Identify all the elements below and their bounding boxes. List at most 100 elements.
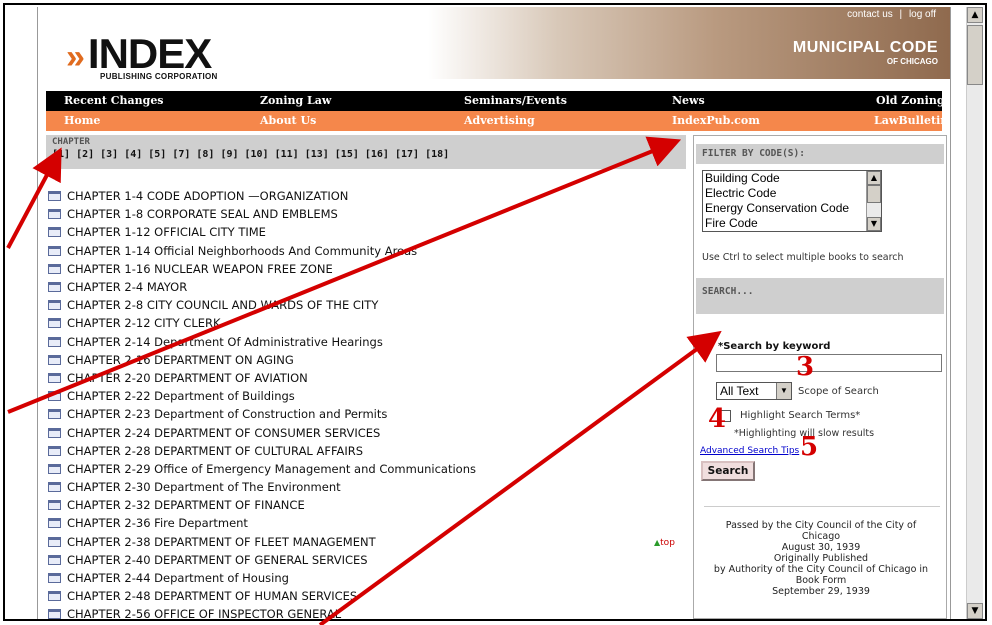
chapter-link[interactable]: [16] — [365, 149, 389, 160]
chapter-title[interactable]: CHAPTER 1-4 CODE ADOPTION —ORGANIZATION — [67, 189, 348, 203]
scroll-up-icon[interactable]: ▲ — [867, 171, 881, 185]
chapter-title[interactable]: CHAPTER 2-22 Department of Buildings — [67, 389, 295, 403]
chapter-title[interactable]: CHAPTER 2-20 DEPARTMENT OF AVIATION — [67, 371, 308, 385]
ctrl-select-note: Use Ctrl to select multiple books to sea… — [702, 252, 904, 263]
chapter-title[interactable]: CHAPTER 1-16 NUCLEAR WEAPON FREE ZONE — [67, 262, 333, 276]
nav-home[interactable]: Home — [64, 114, 100, 127]
list-item[interactable]: CHAPTER 2-32 DEPARTMENT OF FINANCE — [48, 496, 688, 514]
chapter-title[interactable]: CHAPTER 2-38 DEPARTMENT OF FLEET MANAGEM… — [67, 535, 376, 549]
scroll-down-icon[interactable]: ▼ — [867, 217, 881, 231]
scroll-down-icon[interactable]: ▼ — [967, 603, 983, 619]
list-item[interactable]: CHAPTER 2-44 Department of Housing — [48, 569, 688, 587]
chapter-link[interactable]: [9] — [220, 149, 238, 160]
list-item[interactable]: CHAPTER 2-48 DEPARTMENT OF HUMAN SERVICE… — [48, 587, 688, 605]
list-item[interactable]: CHAPTER 1-16 NUCLEAR WEAPON FREE ZONE — [48, 260, 688, 278]
chapter-title[interactable]: CHAPTER 2-14 Department Of Administrativ… — [67, 335, 383, 349]
chapter-link[interactable]: [11] — [275, 149, 299, 160]
chapter-title[interactable]: CHAPTER 2-32 DEPARTMENT OF FINANCE — [67, 498, 305, 512]
chapter-title[interactable]: CHAPTER 2-23 Department of Construction … — [67, 407, 387, 421]
list-item[interactable]: CHAPTER 1-8 CORPORATE SEAL AND EMBLEMS — [48, 205, 688, 223]
chapter-title[interactable]: CHAPTER 2-28 DEPARTMENT OF CULTURAL AFFA… — [67, 444, 363, 458]
chapter-title[interactable]: CHAPTER 2-36 Fire Department — [67, 516, 248, 530]
list-item[interactable]: CHAPTER 2-38 DEPARTMENT OF FLEET MANAGEM… — [48, 533, 688, 551]
chapter-title[interactable]: CHAPTER 2-12 CITY CLERK — [67, 316, 221, 330]
chapter-title[interactable]: CHAPTER 2-56 OFFICE OF INSPECTOR GENERAL — [67, 607, 341, 619]
search-button[interactable]: Search — [701, 461, 755, 481]
nav-old-zoning[interactable]: Old Zoning — [876, 94, 945, 107]
chapter-title[interactable]: CHAPTER 2-16 DEPARTMENT ON AGING — [67, 353, 294, 367]
chapter-link[interactable]: [3] — [100, 149, 118, 160]
chapter-link[interactable]: [2] — [76, 149, 94, 160]
list-item[interactable]: CHAPTER 2-4 MAYOR — [48, 278, 688, 296]
scroll-up-icon[interactable]: ▲ — [967, 7, 983, 23]
chapter-link[interactable]: [13] — [305, 149, 329, 160]
nav-indexpub[interactable]: IndexPub.com — [672, 114, 760, 127]
chapter-link[interactable]: [10] — [245, 149, 269, 160]
chapter-title[interactable]: CHAPTER 2-44 Department of Housing — [67, 571, 289, 585]
nav-zoning-law[interactable]: Zoning Law — [260, 94, 331, 107]
list-item[interactable]: CHAPTER 2-40 DEPARTMENT OF GENERAL SERVI… — [48, 551, 688, 569]
chapter-link[interactable]: [5] — [148, 149, 166, 160]
code-option[interactable]: Fire Code — [703, 216, 881, 231]
code-option[interactable]: Electric Code — [703, 186, 881, 201]
list-item[interactable]: CHAPTER 2-22 Department of Buildings — [48, 387, 688, 405]
listbox-scrollbar[interactable]: ▲ ▼ — [866, 171, 881, 231]
list-item[interactable]: CHAPTER 2-30 Department of The Environme… — [48, 478, 688, 496]
nav-news[interactable]: News — [672, 94, 705, 107]
list-item[interactable]: CHAPTER 2-14 Department Of Administrativ… — [48, 333, 688, 351]
nav-about-us[interactable]: About Us — [260, 114, 316, 127]
chapter-title[interactable]: CHAPTER 2-8 CITY COUNCIL AND WARDS OF TH… — [67, 298, 378, 312]
site-logo[interactable]: »INDEX PUBLISHING CORPORATION — [66, 33, 218, 82]
advanced-search-tips-link[interactable]: Advanced Search Tips — [700, 446, 799, 456]
chapter-title[interactable]: CHAPTER 1-12 OFFICIAL CITY TIME — [67, 225, 266, 239]
contact-us-link[interactable]: contact us — [847, 9, 893, 20]
keyword-search-input[interactable] — [716, 354, 942, 372]
notice-line: Chicago — [801, 531, 841, 542]
chapter-title[interactable]: CHAPTER 1-8 CORPORATE SEAL AND EMBLEMS — [67, 207, 338, 221]
list-item[interactable]: CHAPTER 2-12 CITY CLERK — [48, 314, 688, 332]
list-item[interactable]: CHAPTER 2-36 Fire Department — [48, 514, 688, 532]
code-filter-listbox[interactable]: Building Code Electric Code Energy Conse… — [702, 170, 882, 232]
chapter-title[interactable]: CHAPTER 2-24 DEPARTMENT OF CONSUMER SERV… — [67, 426, 380, 440]
nav-lawbulletin[interactable]: LawBulletin — [874, 114, 948, 127]
log-off-link[interactable]: log off — [909, 9, 936, 20]
chapter-title[interactable]: CHAPTER 2-40 DEPARTMENT OF GENERAL SERVI… — [67, 553, 368, 567]
chapter-link[interactable]: [18] — [425, 149, 449, 160]
list-item[interactable]: CHAPTER 2-28 DEPARTMENT OF CULTURAL AFFA… — [48, 442, 688, 460]
chapter-link[interactable]: [8] — [196, 149, 214, 160]
code-option[interactable]: Building Code — [703, 171, 881, 186]
chapter-link[interactable]: [15] — [335, 149, 359, 160]
chapter-title[interactable]: CHAPTER 2-29 Office of Emergency Managem… — [67, 462, 476, 476]
folder-icon — [48, 263, 61, 274]
nav-seminars-events[interactable]: Seminars/Events — [464, 94, 567, 107]
chapter-title[interactable]: CHAPTER 1-14 Official Neighborhoods And … — [67, 244, 417, 258]
chapter-link[interactable]: [7] — [172, 149, 190, 160]
back-to-top-link[interactable]: ▲top — [654, 538, 675, 548]
list-item[interactable]: CHAPTER 1-14 Official Neighborhoods And … — [48, 242, 688, 260]
list-item[interactable]: CHAPTER 2-16 DEPARTMENT ON AGING — [48, 351, 688, 369]
chapter-link[interactable]: [1] — [52, 149, 70, 160]
list-item[interactable]: CHAPTER 2-23 Department of Construction … — [48, 405, 688, 423]
list-item[interactable]: CHAPTER 2-24 DEPARTMENT OF CONSUMER SERV… — [48, 423, 688, 441]
chapter-title[interactable]: CHAPTER 2-48 DEPARTMENT OF HUMAN SERVICE… — [67, 589, 357, 603]
chapter-title[interactable]: CHAPTER 2-30 Department of The Environme… — [67, 480, 341, 494]
list-item[interactable]: CHAPTER 1-12 OFFICIAL CITY TIME — [48, 223, 688, 241]
list-item[interactable]: CHAPTER 2-29 Office of Emergency Managem… — [48, 460, 688, 478]
dropdown-arrow-icon[interactable]: ▼ — [776, 383, 791, 399]
list-item[interactable]: CHAPTER 1-4 CODE ADOPTION —ORGANIZATION — [48, 187, 688, 205]
nav-recent-changes[interactable]: Recent Changes — [64, 94, 164, 107]
list-item[interactable]: CHAPTER 2-56 OFFICE OF INSPECTOR GENERAL — [48, 605, 688, 619]
scope-label: Scope of Search — [798, 386, 879, 397]
list-item[interactable]: CHAPTER 2-20 DEPARTMENT OF AVIATION — [48, 369, 688, 387]
chapter-title[interactable]: CHAPTER 2-4 MAYOR — [67, 280, 187, 294]
scroll-thumb[interactable] — [967, 25, 983, 85]
chapter-link[interactable]: [17] — [395, 149, 419, 160]
nav-advertising[interactable]: Advertising — [464, 114, 535, 127]
list-item[interactable]: CHAPTER 2-8 CITY COUNCIL AND WARDS OF TH… — [48, 296, 688, 314]
scroll-thumb[interactable] — [867, 185, 881, 203]
folder-icon — [48, 282, 61, 293]
scope-select[interactable]: All Text ▼ — [716, 382, 792, 400]
page-scrollbar[interactable]: ▲ ▼ — [966, 7, 983, 619]
chapter-link[interactable]: [4] — [124, 149, 142, 160]
code-option[interactable]: Energy Conservation Code — [703, 201, 881, 216]
